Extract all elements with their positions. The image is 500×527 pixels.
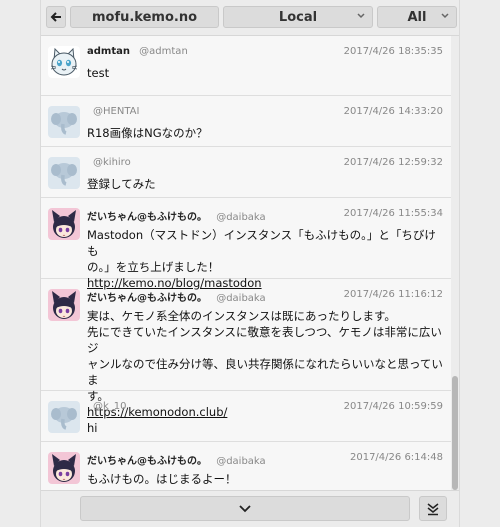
cat-mascot-icon	[48, 46, 80, 78]
handle[interactable]: @daibaka	[216, 456, 265, 467]
status-content: test	[87, 65, 443, 81]
status-item[interactable]: @HENTAI 2017/4/26 14:33:20 R18画像はNGなのか？	[41, 96, 451, 147]
chevron-down-icon	[357, 13, 365, 19]
anime-character-icon	[48, 289, 80, 321]
avatar[interactable]	[48, 157, 80, 189]
timestamp[interactable]: 2017/4/26 11:55:34	[344, 208, 443, 219]
left-arrow-icon	[50, 12, 61, 22]
anime-character-icon	[48, 208, 80, 240]
avatar[interactable]	[48, 401, 80, 433]
status-content: hi	[87, 420, 443, 436]
timestamp[interactable]: 2017/4/26 14:33:20	[344, 106, 443, 117]
timestamp[interactable]: 2017/4/26 18:35:35	[344, 46, 443, 57]
handle[interactable]: @HENTAI	[93, 106, 139, 117]
app-window: mofu.kemo.no Local All admtan @admtan 20…	[40, 0, 460, 527]
anime-character-icon	[48, 452, 80, 484]
bottom-toolbar	[41, 490, 459, 527]
handle[interactable]: @kihiro	[93, 157, 131, 168]
content-line: hi	[87, 421, 98, 435]
timestamp[interactable]: 2017/4/26 10:59:59	[344, 401, 443, 412]
status-item[interactable]: admtan @admtan 2017/4/26 18:35:35 test	[41, 36, 451, 96]
elephant-icon	[48, 106, 80, 138]
status-item[interactable]: だいちゃん@もふけもの。 @daibaka 2017/4/26 11:16:12…	[41, 279, 451, 419]
timestamp[interactable]: 2017/4/26 6:14:48	[350, 452, 443, 463]
avatar[interactable]	[48, 46, 80, 78]
elephant-icon	[48, 157, 80, 189]
double-chevron-down-icon	[427, 502, 439, 515]
status-item[interactable]: だいちゃん@もふけもの。 @daibaka 2017/4/26 6:14:48 …	[41, 442, 451, 490]
timestamp[interactable]: 2017/4/26 11:16:12	[344, 289, 443, 300]
display-name[interactable]: admtan	[87, 46, 130, 57]
back-button[interactable]	[46, 6, 66, 28]
avatar[interactable]	[48, 106, 80, 138]
display-name[interactable]: だいちゃん@もふけもの。	[87, 212, 207, 223]
status-header: @k_10 2017/4/26 10:59:59	[87, 401, 443, 415]
status-header: だいちゃん@もふけもの。 @daibaka 2017/4/26 11:55:34	[87, 208, 443, 223]
content-line: Mastodon（マストドン）インスタンス「もふけもの。」と「ちびけも	[87, 228, 436, 258]
content-line: の。」を立ち上げました！	[87, 260, 220, 274]
status-item[interactable]: @k_10 2017/4/26 10:59:59 hi	[41, 391, 451, 442]
status-item[interactable]: だいちゃん@もふけもの。 @daibaka 2017/4/26 11:55:34…	[41, 198, 451, 290]
display-name[interactable]: だいちゃん@もふけもの。	[87, 456, 207, 467]
content-line: 先にできていたインスタンスに敬意を表しつつ、ケモノは非常に広いジ	[87, 325, 442, 355]
status-header: admtan @admtan 2017/4/26 18:35:35	[87, 46, 443, 60]
status-content: 登録してみた	[87, 176, 443, 192]
handle[interactable]: @daibaka	[216, 212, 265, 223]
top-toolbar: mofu.kemo.no Local All	[41, 0, 459, 36]
handle[interactable]: @k_10	[93, 401, 127, 412]
chevron-down-icon	[239, 504, 251, 512]
scroll-to-bottom-button[interactable]	[419, 496, 447, 521]
timeline-list[interactable]: admtan @admtan 2017/4/26 18:35:35 test @…	[41, 36, 451, 490]
content-line: test	[87, 66, 110, 80]
timeline-label: Local	[278, 9, 318, 25]
avatar[interactable]	[48, 452, 80, 484]
status-content: もふけもの。はじまるよー！	[87, 471, 443, 487]
timeline-selector[interactable]: Local	[223, 6, 373, 28]
handle[interactable]: @admtan	[139, 46, 188, 57]
status-content: R18画像はNGなのか？	[87, 125, 443, 141]
load-more-button[interactable]	[80, 496, 410, 521]
content-line: R18画像はNGなのか？	[87, 126, 208, 140]
status-item[interactable]: @kihiro 2017/4/26 12:59:32 登録してみた	[41, 147, 451, 198]
content-line: もふけもの。はじまるよー！	[87, 472, 237, 486]
content-line: 登録してみた	[87, 177, 156, 191]
avatar[interactable]	[48, 289, 80, 321]
instance-label: mofu.kemo.no	[91, 9, 198, 25]
handle[interactable]: @daibaka	[216, 293, 265, 304]
elephant-icon	[48, 401, 80, 433]
content-line: ャンルなので住み分け等、良い共存関係になれたらいいなと思っていま	[87, 357, 443, 387]
instance-selector[interactable]: mofu.kemo.no	[70, 6, 219, 28]
content-line: 実は、ケモノ系全体のインスタンスは既にあったりします。	[87, 309, 396, 323]
filter-label: All	[407, 9, 427, 25]
status-header: @kihiro 2017/4/26 12:59:32	[87, 157, 443, 171]
avatar[interactable]	[48, 208, 80, 240]
status-header: @HENTAI 2017/4/26 14:33:20	[87, 106, 443, 120]
scrollbar-thumb[interactable]	[452, 376, 458, 490]
timestamp[interactable]: 2017/4/26 12:59:32	[344, 157, 443, 168]
chevron-down-icon	[441, 13, 449, 19]
filter-selector[interactable]: All	[377, 6, 457, 28]
status-header: だいちゃん@もふけもの。 @daibaka 2017/4/26 6:14:48	[87, 452, 443, 467]
status-header: だいちゃん@もふけもの。 @daibaka 2017/4/26 11:16:12	[87, 289, 443, 304]
display-name[interactable]: だいちゃん@もふけもの。	[87, 293, 207, 304]
scrollbar[interactable]	[451, 36, 459, 490]
